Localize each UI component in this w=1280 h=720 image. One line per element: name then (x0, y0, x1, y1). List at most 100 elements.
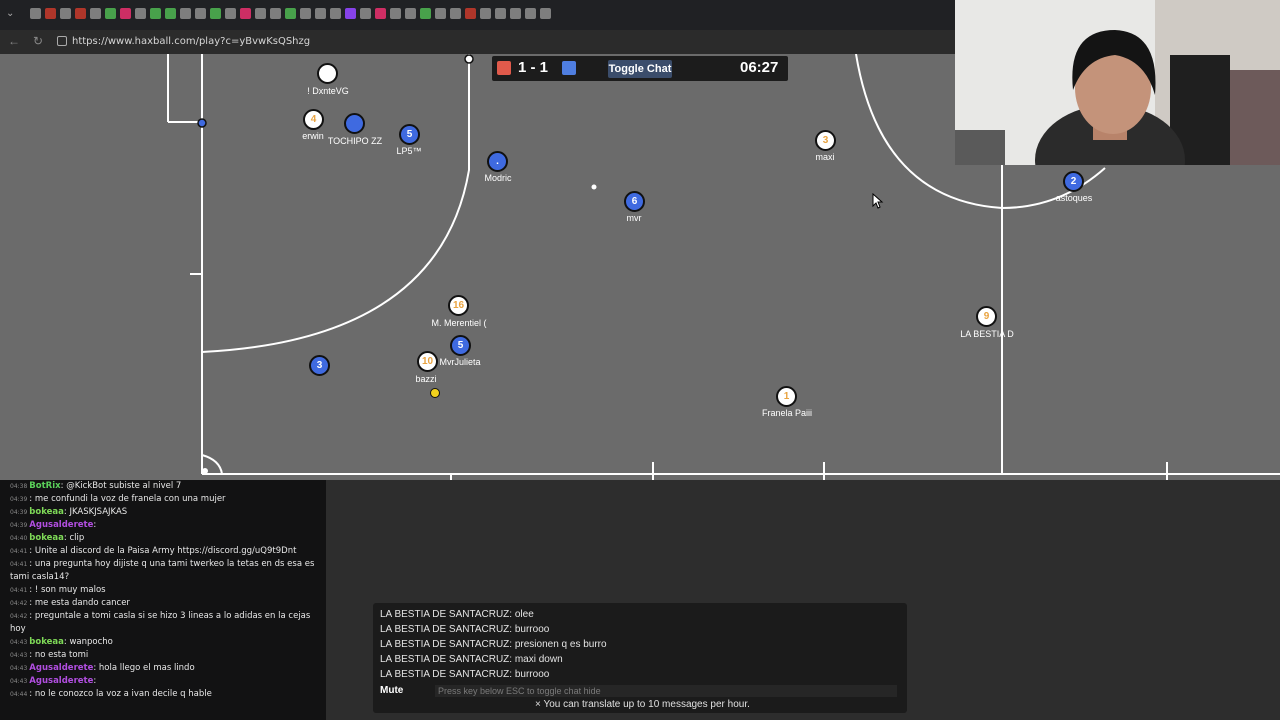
reload-icon[interactable]: ↻ (33, 34, 43, 48)
stream-chat-overlay: 04:38 BotRix: @KickBot subiste al nivel 7… (0, 480, 326, 720)
tab-favicon-icon[interactable] (510, 8, 521, 19)
stream-chat-message: 04:39: me confundi la voz de franela con… (0, 493, 326, 506)
stream-chat-text: : preguntale a tomi casla si se hizo 3 l… (10, 611, 311, 634)
stream-chat-time: 04:44 (10, 691, 28, 698)
tab-favicon-icon[interactable] (405, 8, 416, 19)
translate-notice: × You can translate up to 10 messages pe… (535, 699, 750, 710)
tab-favicon-icon[interactable] (180, 8, 191, 19)
stream-chat-message: 04:43 Agusalderete: hola llego el mas lin… (0, 662, 326, 675)
tab-favicon-icon[interactable] (465, 8, 476, 19)
toggle-chat-button[interactable]: Toggle Chat (608, 60, 672, 78)
player-disc (317, 63, 338, 84)
stream-chat-text: : una pregunta hoy dijiste q una tami tw… (10, 559, 315, 582)
browser-tabs[interactable] (30, 8, 551, 19)
tab-favicon-icon[interactable] (300, 8, 311, 19)
player-name: maxi (815, 152, 835, 162)
chat-input[interactable]: Press key below ESC to toggle chat hide (435, 685, 897, 697)
stream-chat-message: 04:41: ! son muy malos (0, 584, 326, 597)
stream-chat-user: bokeaa (29, 637, 64, 647)
tab-favicon-icon[interactable] (75, 8, 86, 19)
stream-chat-time: 04:42 (10, 613, 28, 620)
stream-chat-time: 04:41 (10, 587, 28, 594)
stream-chat-time: 04:40 (10, 535, 28, 542)
tab-favicon-icon[interactable] (420, 8, 431, 19)
stream-chat-time: 04:39 (10, 522, 28, 529)
site-info-icon[interactable] (57, 36, 67, 46)
player-disc: 10 (417, 351, 438, 372)
stream-chat-text: : me confundi la voz de franela con una … (29, 494, 226, 504)
player-disc: 4 (303, 109, 324, 130)
tab-favicon-icon[interactable] (495, 8, 506, 19)
player-name: mvr (626, 213, 642, 223)
red-team-indicator (497, 61, 511, 75)
tab-favicon-icon[interactable] (60, 8, 71, 19)
tab-favicon-icon[interactable] (165, 8, 176, 19)
player-disc: 6 (624, 191, 645, 212)
stream-chat-text: : @KickBot subiste al nivel 7 (60, 481, 182, 491)
tab-favicon-icon[interactable] (105, 8, 116, 19)
url-text[interactable]: https://www.haxball.com/play?c=yBvwKsQSh… (72, 36, 310, 47)
mute-button[interactable]: Mute (380, 685, 432, 699)
player-disc: 9 (976, 306, 997, 327)
stream-chat-message: 04:41: Unite al discord de la Paisa Army… (0, 545, 326, 558)
ball (430, 388, 440, 398)
tab-favicon-icon[interactable] (435, 8, 446, 19)
webcam-image (955, 0, 1280, 165)
stream-chat-text: : JKASKJSAJKAS (63, 507, 128, 517)
tab-favicon-icon[interactable] (210, 8, 221, 19)
tab-favicon-icon[interactable] (195, 8, 206, 19)
back-icon[interactable]: ← (8, 34, 20, 48)
player-name: bazzi (415, 374, 437, 384)
tab-list-dropdown-icon[interactable]: ⌄ (6, 8, 20, 22)
tab-favicon-icon[interactable] (270, 8, 281, 19)
game-chat-panel: LA BESTIA DE SANTACRUZ: olee LA BESTIA DE… (373, 603, 907, 713)
stream-chat-message: 04:44: no le conozco la voz a ivan decil… (0, 688, 326, 701)
game-chat-message: LA BESTIA DE SANTACRUZ: presionen q es b… (380, 639, 607, 650)
tab-favicon-icon[interactable] (30, 8, 41, 19)
stream-chat-time: 04:43 (10, 678, 28, 685)
score: 1 - 1 (518, 59, 549, 76)
tab-favicon-icon[interactable] (345, 8, 356, 19)
stream-chat-time: 04:43 (10, 639, 28, 646)
tab-favicon-icon[interactable] (45, 8, 56, 19)
tab-favicon-icon[interactable] (360, 8, 371, 19)
tab-favicon-icon[interactable] (315, 8, 326, 19)
tab-favicon-icon[interactable] (285, 8, 296, 19)
tab-favicon-icon[interactable] (135, 8, 146, 19)
player-name: ! DxnteVG (307, 86, 349, 96)
stream-chat-message: 04:39 bokeaa: JKASKJSAJKAS (0, 506, 326, 519)
player-disc: 1 (776, 386, 797, 407)
stream-chat-message: 04:42: preguntale a tomi casla si se hiz… (0, 610, 326, 636)
stream-chat-text: : clip (63, 533, 85, 543)
player-disc: 16 (448, 295, 469, 316)
tab-favicon-icon[interactable] (330, 8, 341, 19)
player-disc: 3 (815, 130, 836, 151)
player-name: Modric (484, 173, 512, 183)
player-disc (344, 113, 365, 134)
stream-chat-user: BotRix (29, 481, 61, 491)
tab-favicon-icon[interactable] (390, 8, 401, 19)
stream-chat-message: 04:43 bokeaa: wanpocho (0, 636, 326, 649)
tab-favicon-icon[interactable] (120, 8, 131, 19)
stream-chat-text: : me esta dando cancer (29, 598, 130, 608)
stream-chat-time: 04:39 (10, 509, 28, 516)
tab-favicon-icon[interactable] (225, 8, 236, 19)
stream-chat-time: 04:39 (10, 496, 28, 503)
stream-chat-message: 04:41: una pregunta hoy dijiste q una ta… (0, 558, 326, 584)
tab-favicon-icon[interactable] (240, 8, 251, 19)
tab-favicon-icon[interactable] (525, 8, 536, 19)
stream-chat-message: 04:43 Agusalderete: (0, 675, 326, 688)
player-disc: 5 (399, 124, 420, 145)
tab-favicon-icon[interactable] (375, 8, 386, 19)
player-name: LP5™ (396, 146, 422, 156)
tab-favicon-icon[interactable] (255, 8, 266, 19)
game-clock: 06:27 (740, 59, 779, 76)
player-name: Franela Paiii (761, 408, 813, 418)
player-name: erwin (302, 131, 324, 141)
stream-chat-text: : wanpocho (63, 637, 113, 647)
tab-favicon-icon[interactable] (480, 8, 491, 19)
tab-favicon-icon[interactable] (150, 8, 161, 19)
tab-favicon-icon[interactable] (540, 8, 551, 19)
tab-favicon-icon[interactable] (90, 8, 101, 19)
tab-favicon-icon[interactable] (450, 8, 461, 19)
